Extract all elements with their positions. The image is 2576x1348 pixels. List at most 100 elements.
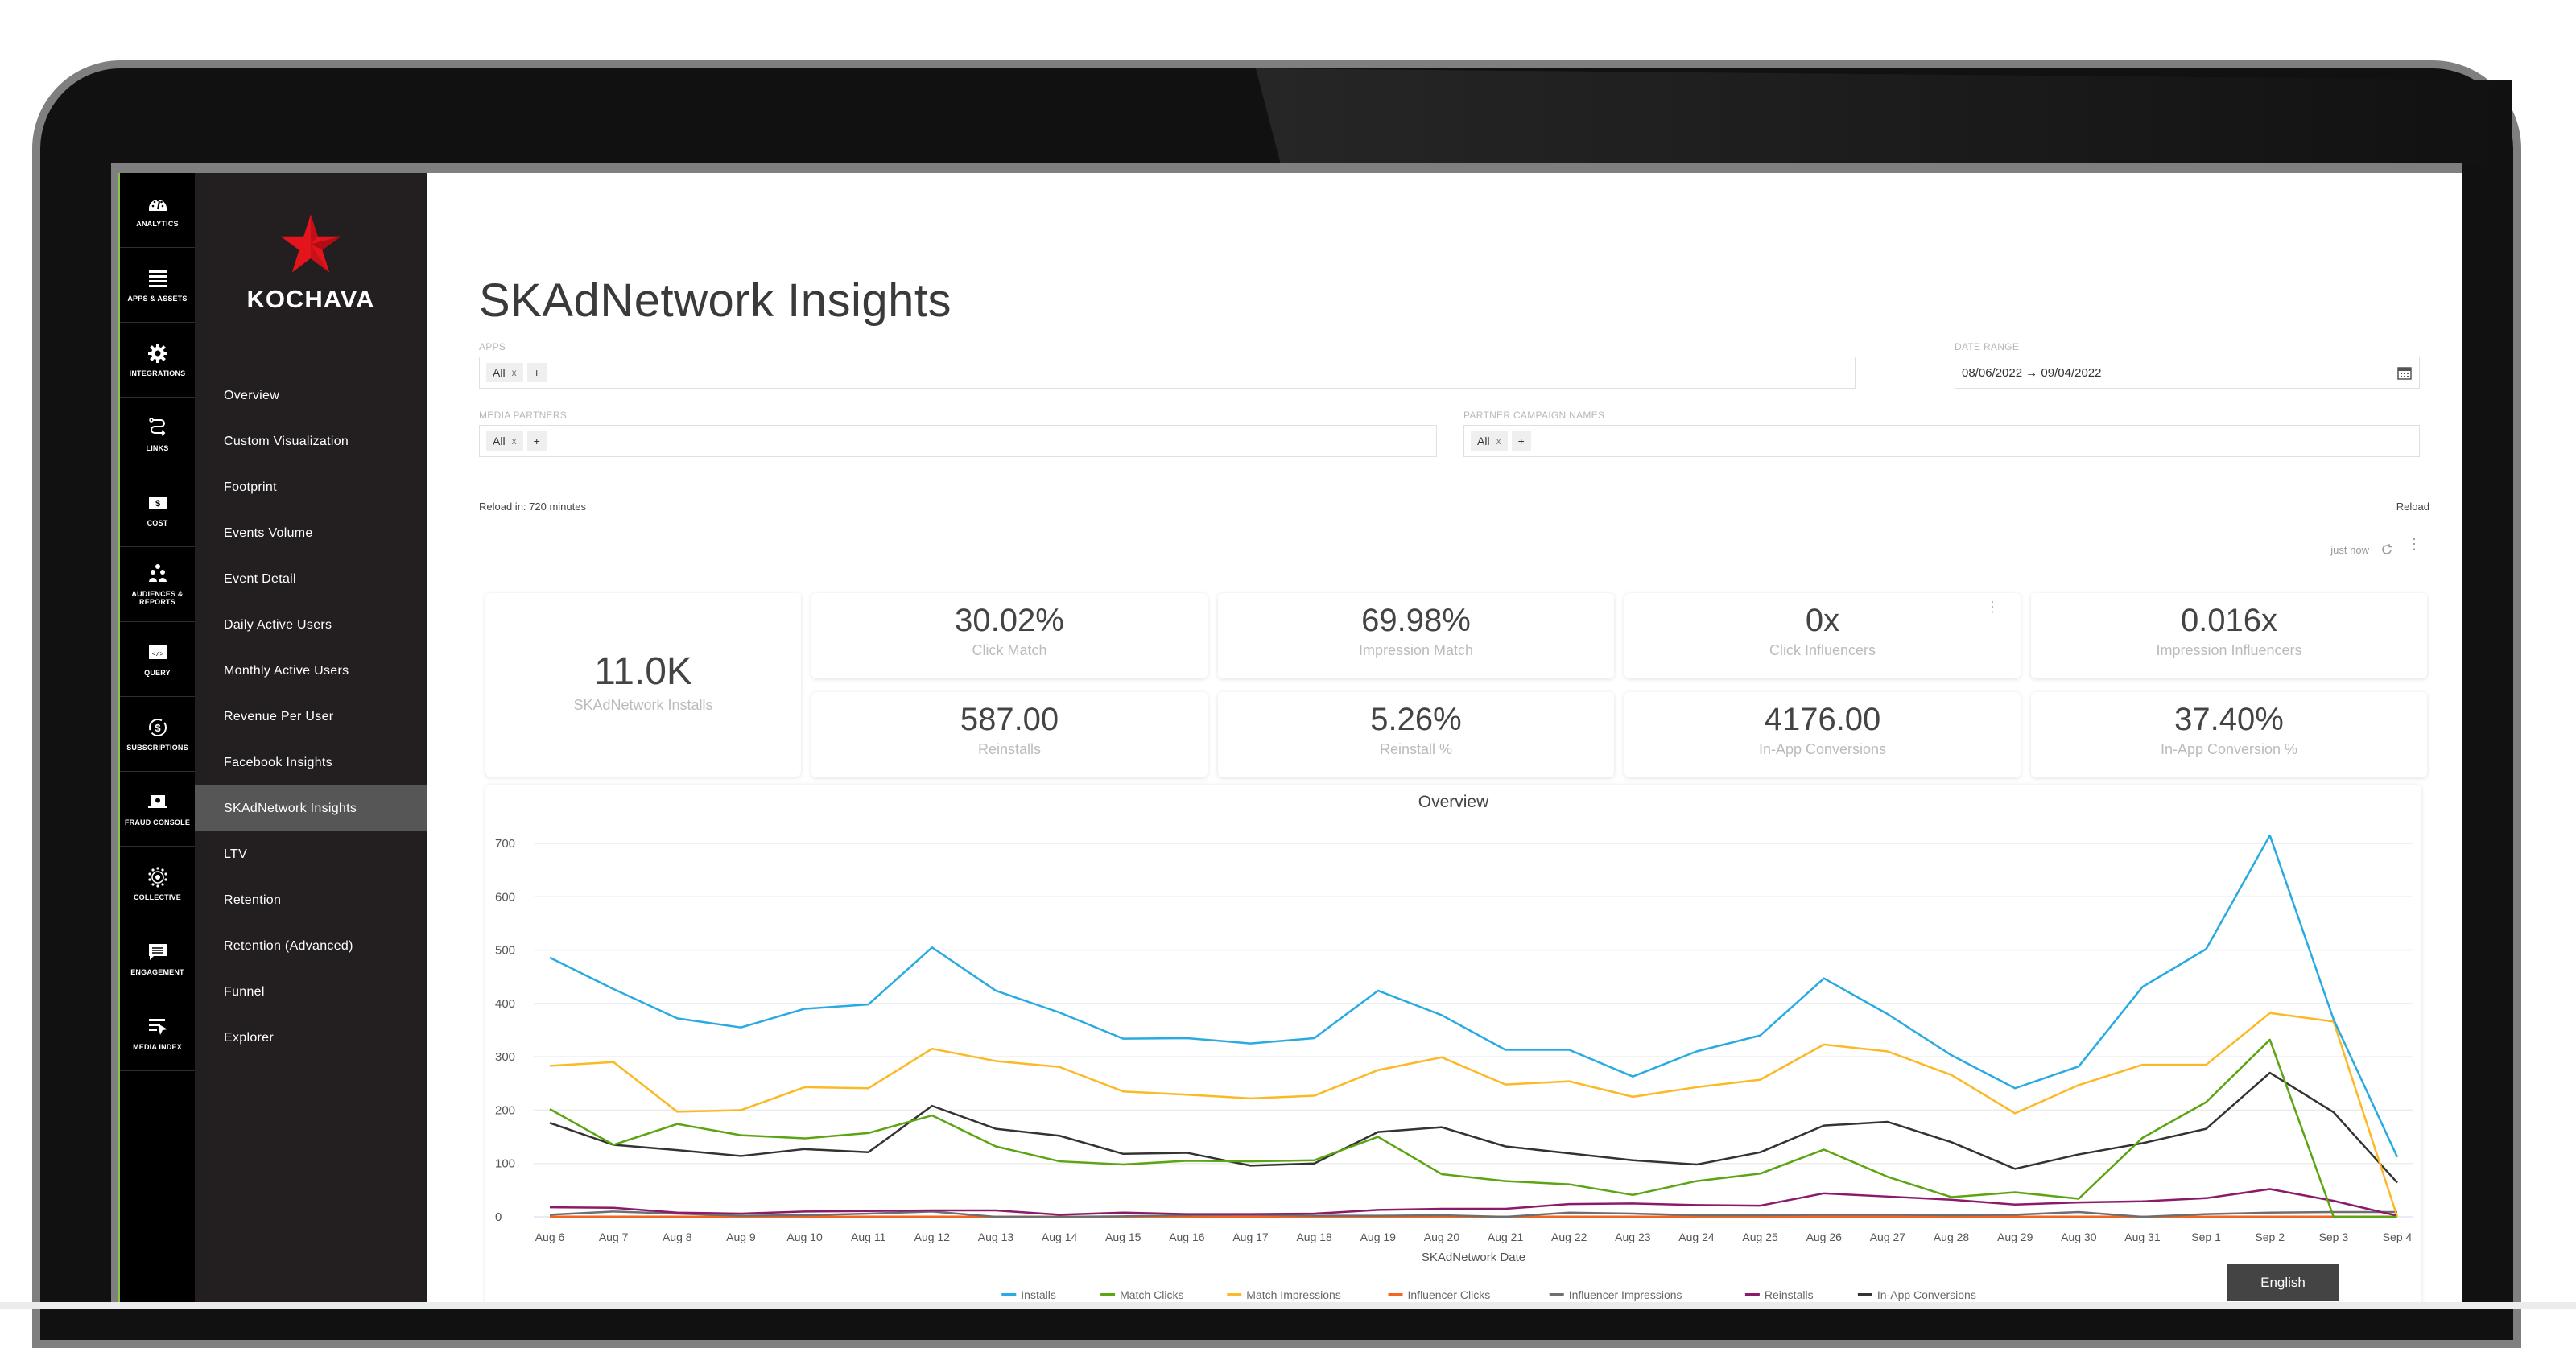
y-tick-label: 0 [495, 1210, 502, 1224]
sidebar-item-footprint[interactable]: Footprint [195, 464, 427, 510]
sidebar-item-overview[interactable]: Overview [195, 373, 427, 418]
add-campaign-button[interactable]: + [1511, 431, 1531, 451]
rail-item-apps-assets[interactable]: APPS & ASSETS [120, 248, 195, 323]
laptop-eye-icon [147, 795, 167, 808]
x-tick-label: Aug 24 [1678, 1231, 1715, 1243]
language-button[interactable]: English [2227, 1264, 2339, 1301]
x-tick-label: Aug 21 [1488, 1231, 1524, 1243]
apps-chip-all[interactable]: All x [486, 363, 523, 382]
rail-item-cost[interactable]: $ COST [120, 472, 195, 547]
x-tick-label: Aug 29 [1997, 1231, 2033, 1243]
kpi-card-reinstall: 5.26% Reinstall % [1218, 692, 1614, 777]
gear-icon [147, 344, 167, 363]
series-line-reinstalls [549, 1188, 2398, 1217]
sidebar-item-retention[interactable]: Retention [195, 877, 427, 923]
partner-campaign-names-filter[interactable]: All x + [1463, 425, 2420, 457]
chip-label: All [493, 435, 506, 447]
y-tick-label: 600 [495, 890, 515, 904]
sidebar-item-skadnetwork-insights[interactable]: SKAdNetwork Insights [195, 785, 427, 831]
sidebar-item-ltv[interactable]: LTV [195, 831, 427, 877]
rail-item-collective[interactable]: COLLECTIVE [120, 847, 195, 921]
sidebar-item-funnel[interactable]: Funnel [195, 969, 427, 1015]
overview-chart: Overview 0 100 200 300 400 500 600 700 Aug 6 Aug … [485, 785, 2421, 1306]
y-tick-label: 100 [495, 1157, 515, 1171]
page-title: SKAdNetwork Insights [479, 274, 952, 327]
legend-label: Match Impressions [1246, 1288, 1340, 1301]
rail-item-label: COST [147, 519, 168, 527]
kpi-value: 4176.00 [1764, 702, 1881, 737]
speedometer-icon [148, 199, 167, 211]
brand-name: KOCHAVA [246, 285, 375, 313]
svg-text:$: $ [155, 499, 159, 509]
sidebar: KOCHAVA Overview Custom Visualization Foot… [195, 173, 427, 1306]
y-tick-label: 700 [495, 837, 515, 851]
x-tick-label: Sep 1 [2191, 1231, 2221, 1243]
x-tick-label: Aug 12 [914, 1231, 951, 1243]
x-tick-label: Aug 26 [1806, 1231, 1843, 1243]
app-window: ANALYTICS APPS & ASSETS INTEGRATIONS LINKS $… [118, 173, 2462, 1306]
calendar-icon[interactable] [2396, 365, 2413, 381]
add-app-button[interactable]: + [526, 363, 547, 382]
x-tick-label: Aug 11 [851, 1231, 886, 1243]
date-range-value: 08/06/2022 → 09/04/2022 [1962, 365, 2102, 380]
remove-chip-icon[interactable]: x [512, 367, 517, 378]
x-tick-label: Aug 17 [1232, 1231, 1269, 1243]
x-tick-label: Aug 9 [726, 1231, 756, 1243]
x-tick-label: Aug 28 [1934, 1231, 1970, 1243]
x-tick-label: Sep 2 [2255, 1231, 2285, 1243]
y-tick-label: 200 [495, 1103, 515, 1117]
code-window-icon: </> [148, 645, 167, 659]
rail-item-links[interactable]: LINKS [120, 398, 195, 472]
x-tick-label: Aug 20 [1424, 1231, 1460, 1243]
rail-item-analytics[interactable]: ANALYTICS [120, 173, 195, 248]
rail-item-query[interactable]: </> QUERY [120, 622, 195, 697]
card-menu-icon[interactable]: ⋮ [1985, 600, 2000, 614]
rail-item-media-index[interactable]: MEDIA INDEX [120, 996, 195, 1071]
x-tick-label: Aug 13 [978, 1231, 1014, 1243]
kochava-logo[interactable]: KOCHAVA [195, 213, 427, 314]
sidebar-item-revenue-per-user[interactable]: Revenue Per User [195, 694, 427, 740]
remove-chip-icon[interactable]: x [512, 435, 517, 447]
star-logo-icon [280, 214, 341, 273]
rail-item-audiences-reports[interactable]: AUDIENCES & REPORTS [120, 547, 195, 622]
add-media-partner-button[interactable]: + [526, 431, 547, 451]
legend-label: Influencer Impressions [1569, 1288, 1682, 1301]
rail-item-subscriptions[interactable]: $ SUBSCRIPTIONS [120, 697, 195, 772]
sidebar-item-events-volume[interactable]: Events Volume [195, 510, 427, 556]
series-line-match-clicks [549, 1038, 2397, 1218]
date-range-input[interactable]: 08/06/2022 → 09/04/2022 [1955, 357, 2420, 389]
sidebar-item-custom-visualization[interactable]: Custom Visualization [195, 418, 427, 464]
sidebar-item-daily-active-users[interactable]: Daily Active Users [195, 602, 427, 648]
rail-item-integrations[interactable]: INTEGRATIONS [120, 323, 195, 398]
laptop-screen: ANALYTICS APPS & ASSETS INTEGRATIONS LINKS $… [111, 163, 2462, 1306]
laptop-base-edge [0, 1302, 2576, 1309]
chip-label: All [493, 366, 506, 379]
kpi-value: 0.016x [2180, 603, 2278, 638]
more-options-icon[interactable]: ⋮ [2407, 537, 2421, 551]
remove-chip-icon[interactable]: x [1496, 435, 1501, 447]
rail-item-label: APPS & ASSETS [127, 295, 188, 303]
sidebar-item-retention-advanced[interactable]: Retention (Advanced) [195, 923, 427, 969]
campaign-chip-all[interactable]: All x [1471, 431, 1508, 451]
kpi-value: 0x [1805, 603, 1840, 638]
sidebar-item-monthly-active-users[interactable]: Monthly Active Users [195, 648, 427, 694]
media-partners-filter[interactable]: All x + [479, 425, 1437, 457]
kpi-value: 30.02% [955, 603, 1064, 638]
chat-icon [148, 944, 167, 960]
rail-item-label: LINKS [146, 444, 169, 452]
kpi-label: SKAdNetwork Installs [573, 697, 713, 713]
rail-item-label: FRAUD CONSOLE [124, 818, 191, 827]
main-content: SKAdNetwork Insights APPS All x + DATE RA… [427, 173, 2462, 1306]
sidebar-item-event-detail[interactable]: Event Detail [195, 556, 427, 602]
x-tick-label: Aug 10 [786, 1231, 823, 1243]
rail-item-fraud-console[interactable]: FRAUD CONSOLE [120, 772, 195, 847]
media-partners-chip-all[interactable]: All x [486, 431, 523, 451]
apps-filter[interactable]: All x + [479, 357, 1856, 389]
kpi-value: 11.0K [594, 650, 692, 693]
chip-label: All [1477, 435, 1490, 447]
reload-button[interactable]: Reload [2396, 501, 2429, 513]
rail-item-engagement[interactable]: ENGAGEMENT [120, 921, 195, 996]
sidebar-item-facebook-insights[interactable]: Facebook Insights [195, 740, 427, 785]
sidebar-item-explorer[interactable]: Explorer [195, 1015, 427, 1061]
refresh-icon[interactable] [2380, 542, 2394, 557]
